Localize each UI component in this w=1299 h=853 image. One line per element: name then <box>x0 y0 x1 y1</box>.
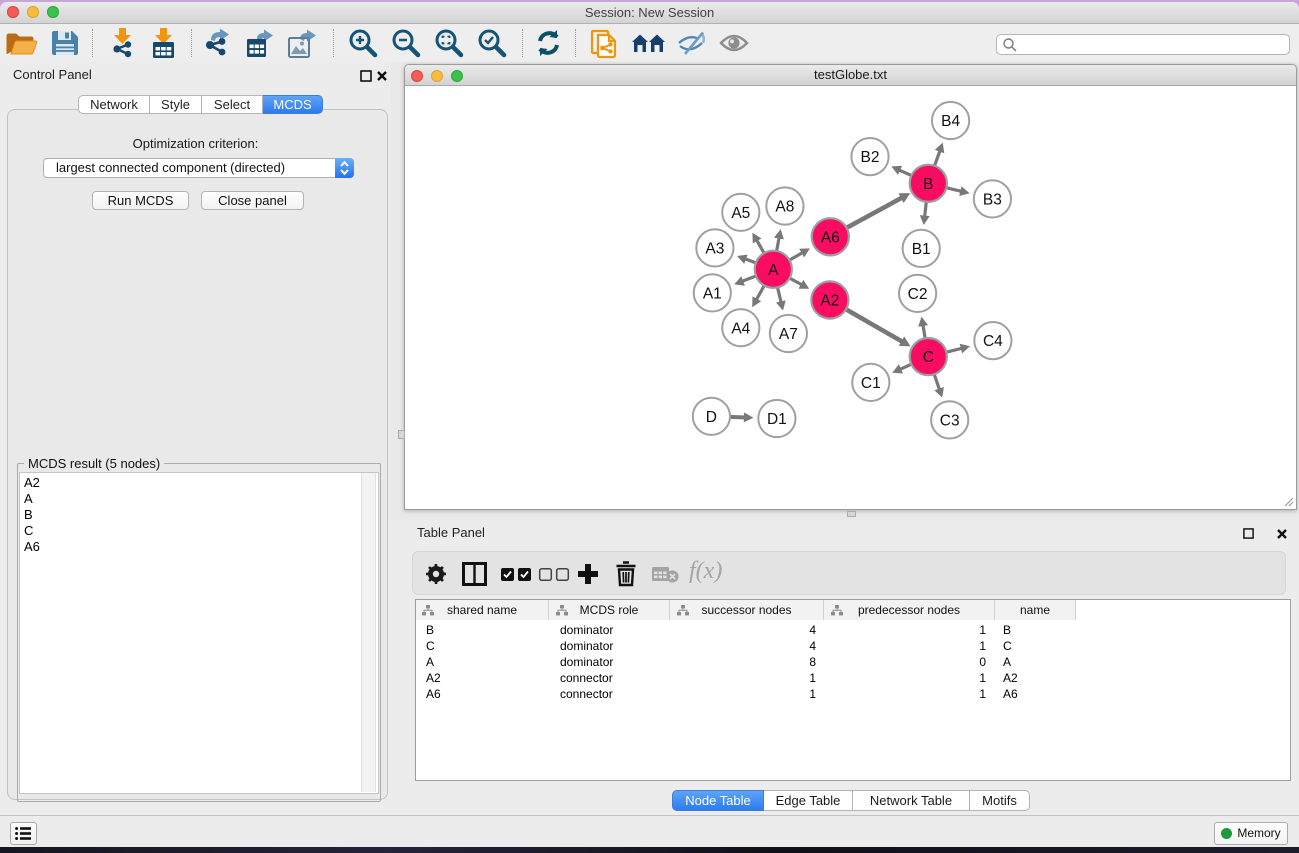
svg-text:A7: A7 <box>779 326 798 343</box>
svg-text:C3: C3 <box>940 412 960 429</box>
svg-text:B1: B1 <box>912 241 931 258</box>
svg-text:A3: A3 <box>705 240 724 257</box>
svg-text:C4: C4 <box>983 333 1003 350</box>
svg-text:B3: B3 <box>983 191 1002 208</box>
svg-text:A8: A8 <box>775 199 794 216</box>
svg-text:C2: C2 <box>908 286 928 303</box>
svg-text:A1: A1 <box>703 285 722 302</box>
svg-text:B2: B2 <box>861 149 880 166</box>
svg-text:A6: A6 <box>821 229 840 246</box>
svg-text:A2: A2 <box>820 293 839 310</box>
svg-text:B4: B4 <box>941 113 960 130</box>
svg-text:C1: C1 <box>861 375 881 392</box>
svg-text:D1: D1 <box>767 411 787 428</box>
svg-text:D: D <box>706 409 717 426</box>
svg-text:B: B <box>923 176 933 193</box>
svg-text:A4: A4 <box>731 320 750 337</box>
svg-text:A5: A5 <box>731 205 750 222</box>
svg-text:A: A <box>768 262 779 279</box>
svg-text:C: C <box>923 349 934 366</box>
